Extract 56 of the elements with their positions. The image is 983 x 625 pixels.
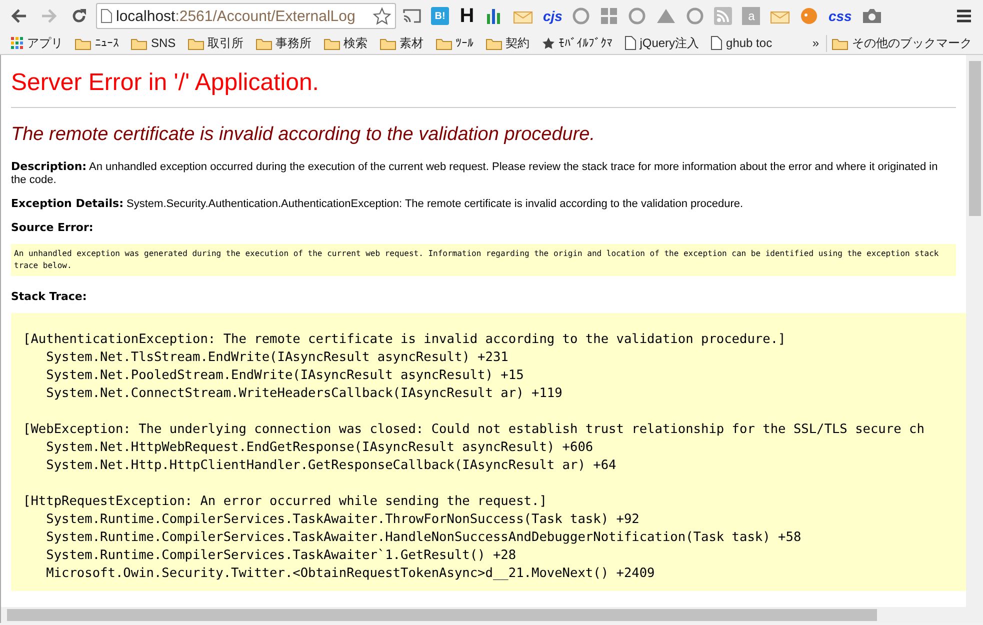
stack-trace-line: System.Runtime.CompilerServices.TaskAwaiter`1.GetResult() +28 [45,548,516,563]
bookmark-folder[interactable]: 素材 [374,34,429,52]
stack-trace-line: System.Runtime.CompilerServices.TaskAwaiter.HandleNonSuccessAndDebuggerNotification(Task task) +58 [45,530,802,545]
apps-grid-icon [11,37,23,49]
bookmark-folder[interactable]: SNS [126,36,181,50]
more-bookmarks-button[interactable]: » [807,36,824,50]
folder-icon [486,36,502,50]
description-text: Description: An unhandled exception occurred during the execution of the current web request. Please review the stack trace for more information about the error and where it originated in the code. [11,160,939,187]
stack-trace-line: System.Runtime.CompilerServices.TaskAwaiter.ThrowForNonSuccess(Task task) +92 [45,512,640,527]
stack-trace-line: System.Net.TlsStream.EndWrite(IAsyncResult asyncResult) +231 [45,350,508,365]
bookmark[interactable]: ghub toc [706,36,778,50]
folder-icon [256,36,272,50]
stack-trace-line: [AuthenticationException: The remote certificate is invalid according to the validation procedure.] [23,332,786,347]
reload-icon [71,8,87,24]
section-heading: Stack Trace: [11,290,88,303]
folder-icon [188,36,204,50]
folder-icon [75,36,91,50]
apps-shortcut[interactable]: アプリ [6,34,68,52]
error-title: Server Error in '/' Application. [11,69,956,108]
bookmark-folder[interactable]: その他のブックマーク [826,34,977,52]
section-heading: Source Error: [11,221,94,234]
stack-trace-line: System.Net.Http.HttpClientHandler.GetResponseCallback(IAsyncResult ar) +64 [45,458,616,473]
stack-trace-line: [HttpRequestException: An error occurred while sending the request.] [23,494,547,509]
scrollbar-thumb[interactable] [968,61,980,216]
folder-icon [436,36,452,50]
stack-trace-line: Microsoft.Owin.Security.Twitter.<ObtainRequestTokenAsync>d__21.MoveNext() +2409 [45,566,655,581]
bookmark-folder[interactable]: 検索 [318,34,373,52]
back-arrow-icon [11,9,27,23]
scrollbar-thumb[interactable] [7,609,877,621]
page-icon [101,9,112,23]
error-message: The remote certificate is invalid according to the validation procedure. [11,124,596,146]
stack-trace-line: System.Net.HttpWebRequest.EndGetResponse(IAsyncResult asyncResult) +606 [45,440,594,455]
bookmark[interactable]: jQuery注入 [620,34,704,52]
bookmark-folder[interactable]: 取引所 [182,34,249,52]
star-icon [542,36,555,50]
address-bar[interactable]: localhost:2561/Account/ExternalLog [96,3,396,29]
star-icon[interactable] [373,7,391,25]
bookmark-folder[interactable]: ﾆｭｰｽ [70,36,124,50]
folder-icon [131,36,147,50]
forward-arrow-icon [41,9,57,23]
bookmark-folder[interactable]: 事務所 [250,34,317,52]
exception-details-text: Exception Details: System.Security.Authentication.AuthenticationException: The remote certificate is invalid according to the validation procedure. [11,197,744,211]
bookmark-folder[interactable]: ﾂｰﾙ [430,36,479,50]
folder-icon [324,36,340,50]
stack-trace-line: System.Net.PooledStream.EndWrite(IAsyncResult asyncResult) +15 [45,368,524,383]
vertical-scrollbar[interactable] [966,55,983,607]
folder-icon [380,36,396,50]
bookmark[interactable]: ﾓﾊﾞｲﾙﾌﾞｸﾏ [536,36,618,50]
page-icon [624,36,636,50]
bookmark-folder[interactable]: 契約 [480,34,535,52]
source-error-text: An unhandled exception was generated during the execution of the current web request. Information regarding the origin and location of the exception can be identified using the exception stack trace below. [11,244,956,276]
page-icon [711,36,722,50]
stack-trace-line: [WebException: The underlying connection was closed: Could not establish trust relationship for the SSL/TLS secure ch [23,422,924,437]
menu-icon [957,9,971,23]
folder-icon [832,36,848,50]
stack-trace-line: System.Net.ConnectStream.WriteHeadersCallback(IAsyncResult ar) +119 [45,386,562,401]
